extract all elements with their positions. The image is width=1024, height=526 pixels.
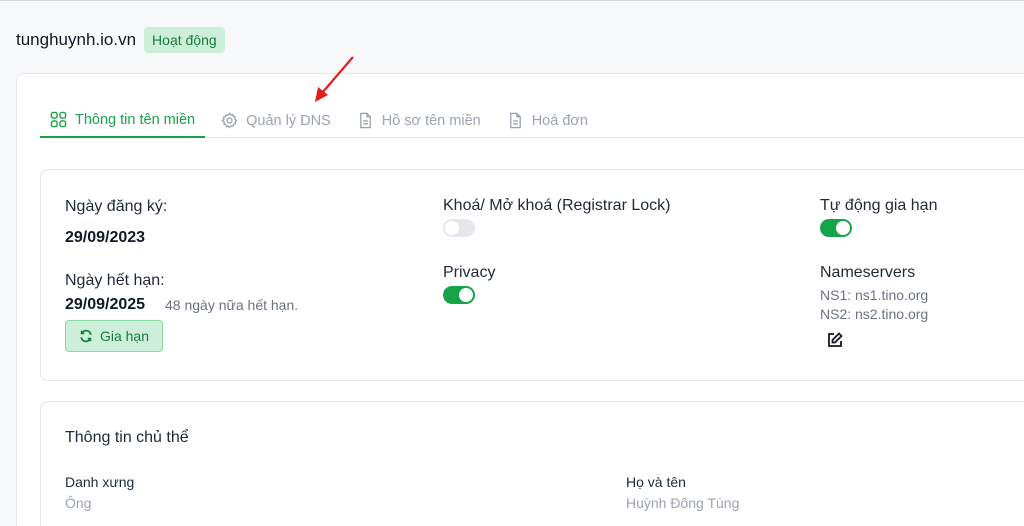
page-header: tunghuynh.io.vn Hoạt động — [16, 27, 225, 53]
tab-label: Thông tin tên miền — [75, 111, 196, 128]
registrar-lock-toggle[interactable] — [443, 219, 475, 237]
expiry-label: Ngày hết hạn: — [65, 272, 165, 289]
renew-button-label: Gia hạn — [99, 328, 150, 344]
tab-bar: Thông tin tên miền Quản lý DNS Hồ sơ tên… — [40, 103, 1024, 138]
document-icon — [509, 112, 521, 129]
registered-label: Ngày đăng ký: — [65, 198, 168, 215]
fullname-label: Họ và tên — [626, 474, 686, 490]
gear-icon — [221, 112, 238, 129]
annotation-arrow — [315, 56, 354, 102]
grid-icon — [50, 111, 67, 128]
auto-renew-label: Tự động gia hạn — [820, 197, 938, 214]
registrar-lock-label: Khoá/ Mở khoá (Registrar Lock) — [443, 197, 671, 214]
tab-label: Hồ sơ tên miền — [381, 112, 481, 129]
edit-icon[interactable] — [826, 331, 844, 349]
renew-button[interactable]: Gia hạn — [65, 320, 163, 352]
auto-renew-toggle[interactable] — [820, 219, 852, 237]
expiry-date: 29/09/2025 — [65, 296, 146, 313]
tab-domain-info[interactable]: Thông tin tên miền — [40, 103, 206, 138]
salutation-value: Ông — [65, 495, 92, 511]
tab-label: Quản lý DNS — [246, 112, 331, 129]
nameserver-2: NS2: ns2.tino.org — [820, 306, 929, 322]
expiry-note: 48 ngày nữa hết hạn. — [165, 297, 299, 313]
document-icon — [359, 112, 371, 129]
registered-date: 29/09/2023 — [65, 229, 146, 246]
privacy-label: Privacy — [443, 264, 496, 281]
nameserver-1: NS1: ns1.tino.org — [820, 287, 929, 303]
salutation-label: Danh xưng — [65, 474, 135, 490]
nameservers-label: Nameservers — [820, 264, 916, 281]
tab-domain-profile[interactable]: Hồ sơ tên miền — [347, 103, 491, 138]
tab-label: Hoá đơn — [531, 112, 588, 129]
domain-name: tunghuynh.io.vn — [16, 30, 137, 49]
tab-invoices[interactable]: Hoá đơn — [497, 103, 598, 138]
refresh-icon — [80, 329, 92, 343]
status-badge: Hoạt động — [144, 27, 225, 53]
owner-info-card — [40, 401, 1024, 526]
privacy-toggle[interactable] — [443, 286, 475, 304]
fullname-value: Huỳnh Đông Tùng — [626, 495, 740, 511]
tab-dns[interactable]: Quản lý DNS — [211, 103, 341, 138]
owner-section-title: Thông tin chủ thể — [65, 429, 189, 446]
